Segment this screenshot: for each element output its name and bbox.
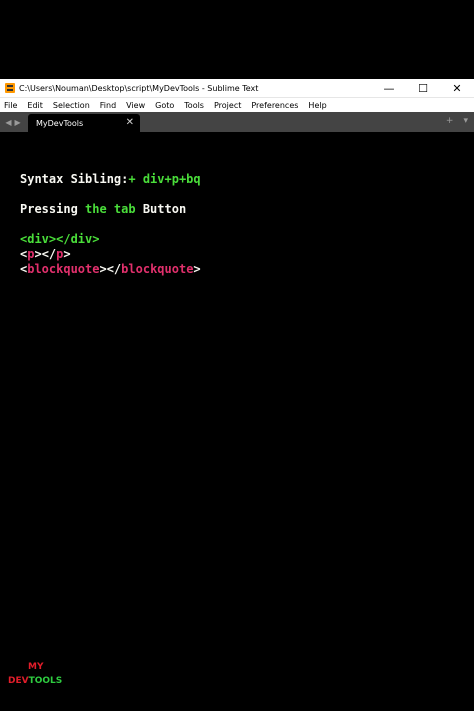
bq-mid-bracket: ></ xyxy=(99,262,122,276)
close-tab-icon[interactable]: ✕ xyxy=(126,117,134,128)
menu-selection[interactable]: Selection xyxy=(48,101,95,110)
menu-project[interactable]: Project xyxy=(209,101,246,110)
minimize-icon[interactable]: — xyxy=(372,79,406,97)
code-line-2: Pressing the tab Button xyxy=(20,202,186,216)
logo-dev: DEV xyxy=(8,676,29,686)
chevron-left-icon[interactable]: ◀ xyxy=(5,118,11,127)
menu-edit[interactable]: Edit xyxy=(22,101,48,110)
tab-highlight: the tab xyxy=(85,202,136,216)
button-text: Button xyxy=(135,202,187,216)
pressing-text: Pressing xyxy=(20,202,86,216)
window-title: C:\Users\Nouman\Desktop\script\MyDevTool… xyxy=(19,83,259,93)
tab-mydevtools[interactable]: MyDevTools ✕ xyxy=(28,114,140,132)
sublime-window: C:\Users\Nouman\Desktop\script\MyDevTool… xyxy=(0,79,474,711)
menu-view[interactable]: View xyxy=(121,101,150,110)
sublime-text-icon xyxy=(5,83,15,93)
title-bar: C:\Users\Nouman\Desktop\script\MyDevTool… xyxy=(0,79,474,97)
tab-dropdown-icon[interactable]: ▾ xyxy=(463,116,468,126)
tab-bar: ◀ ▶ MyDevTools ✕ + ▾ xyxy=(0,112,474,132)
logo-tools: TOOLS xyxy=(28,676,63,686)
p-mid-bracket: ></ xyxy=(34,247,57,261)
close-icon[interactable]: ✕ xyxy=(440,79,474,97)
menu-tools[interactable]: Tools xyxy=(179,101,209,110)
mydevtools-logo: MY DEVTOOLS xyxy=(8,660,78,690)
menu-bar: File Edit Selection Find View Goto Tools… xyxy=(0,97,474,112)
bq-close-bracket: > xyxy=(193,262,201,276)
menu-find[interactable]: Find xyxy=(95,101,121,110)
code-line-1: Syntax Sibling:+ div+p+bq xyxy=(20,172,201,186)
logo-devtools: DEVTOOLS xyxy=(8,674,62,688)
bq-close-tag: blockquote xyxy=(121,262,194,276)
menu-file[interactable]: File xyxy=(0,101,22,110)
syntax-value: + div+p+bq xyxy=(128,172,201,186)
logo-my: MY xyxy=(28,662,44,672)
code-line-blockquote: <blockquote></blockquote> xyxy=(20,262,201,276)
menu-goto[interactable]: Goto xyxy=(150,101,179,110)
tab-nav: ◀ ▶ xyxy=(0,112,26,132)
p-close-bracket: > xyxy=(63,247,71,261)
maximize-icon[interactable]: ☐ xyxy=(406,79,440,97)
menu-preferences[interactable]: Preferences xyxy=(246,101,303,110)
code-line-p: <p></p> xyxy=(20,247,71,261)
chevron-right-icon[interactable]: ▶ xyxy=(15,118,21,127)
menu-help[interactable]: Help xyxy=(303,101,331,110)
bq-open-tag: blockquote xyxy=(27,262,100,276)
tab-bar-controls: + ▾ xyxy=(446,116,468,126)
syntax-label: Syntax Sibling: xyxy=(20,172,129,186)
code-line-div: <div></div> xyxy=(20,232,100,246)
new-tab-icon[interactable]: + xyxy=(446,116,454,126)
editor-area[interactable]: Syntax Sibling:+ div+p+bq Pressing the t… xyxy=(0,132,474,711)
tab-label: MyDevTools xyxy=(36,118,84,128)
